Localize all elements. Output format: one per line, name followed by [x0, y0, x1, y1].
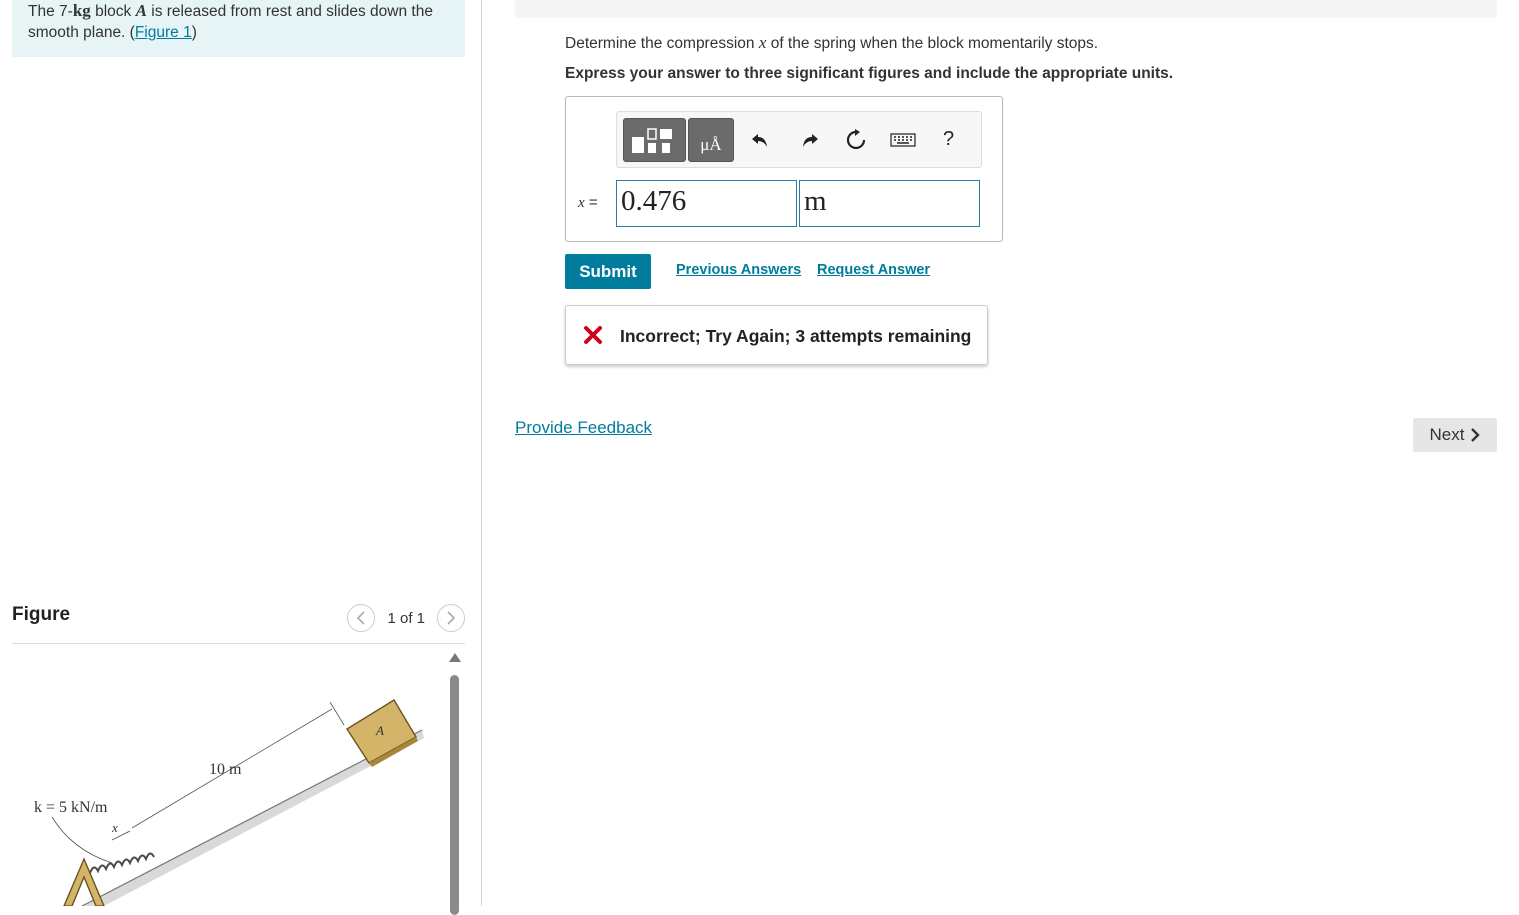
figure-title: Figure — [12, 604, 71, 625]
problem-text-1: The 7- — [28, 3, 73, 20]
question-text-1: Determine the compression — [565, 35, 759, 52]
answer-label-var: x — [578, 195, 585, 211]
panel-divider — [481, 0, 482, 906]
leader-line — [51, 816, 113, 864]
request-answer-link[interactable]: Request Answer — [817, 262, 930, 278]
figure-pager: 1 of 1 — [347, 604, 465, 632]
distance-label: 10 m — [209, 761, 242, 778]
keyboard-icon[interactable] — [890, 129, 916, 151]
value-input[interactable]: 0.476 — [616, 180, 797, 227]
feedback-message: Incorrect; Try Again; 3 attempts remaini… — [565, 305, 988, 365]
mass-unit: kg — [72, 1, 91, 20]
next-label: Next — [1429, 425, 1465, 444]
help-button[interactable]: ? — [943, 128, 954, 151]
figure-scrollbar[interactable] — [449, 653, 461, 915]
figure-link[interactable]: Figure 1 — [135, 24, 192, 41]
previous-answers-link[interactable]: Previous Answers — [676, 262, 801, 278]
chevron-left-icon[interactable] — [347, 604, 376, 632]
spring-coil — [89, 852, 155, 874]
figure-image: A 10 m k = 5 kN/m x — [12, 645, 442, 907]
problem-text-2: block — [90, 3, 136, 20]
scroll-thumb[interactable] — [450, 675, 459, 915]
block-label: A — [375, 723, 384, 738]
block-variable: A — [135, 1, 147, 20]
feedback-status: Incorrect; Try Again; 3 attempts remaini… — [620, 326, 972, 346]
problem-statement: The 7-kg block A is released from rest a… — [12, 0, 465, 57]
dimension-tick — [329, 701, 345, 726]
pager-text: 1 of 1 — [387, 609, 425, 627]
compression-label: x — [111, 820, 118, 835]
unit-input[interactable]: m — [799, 180, 980, 227]
redo-icon[interactable] — [799, 129, 821, 151]
chevron-right-icon[interactable] — [437, 604, 465, 632]
figure-header: Figure 1 of 1 — [12, 600, 465, 644]
problem-text-4: ) — [191, 24, 197, 41]
scroll-up-arrow-icon[interactable] — [449, 653, 461, 662]
spring-constant-label: k = 5 kN/m — [34, 799, 108, 816]
reset-icon[interactable] — [845, 129, 867, 151]
undo-icon[interactable] — [749, 129, 771, 151]
part-header-bar — [515, 0, 1497, 18]
question-text-2: of the spring when the block momentarily… — [766, 35, 1099, 52]
question-text: Determine the compression x of the sprin… — [565, 33, 1098, 53]
answer-instruction: Express your answer to three significant… — [565, 65, 1174, 82]
units-button[interactable]: μÅ — [688, 118, 734, 162]
answer-label-eq: = — [584, 194, 598, 211]
math-toolbar: μÅ ? — [616, 111, 982, 168]
answer-box: μÅ ? x = 0.476 m — [565, 96, 1003, 242]
provide-feedback-link[interactable]: Provide Feedback — [515, 418, 652, 438]
spring-support — [62, 857, 106, 907]
chevron-right-icon — [1471, 428, 1481, 442]
submit-button[interactable]: Submit — [565, 254, 651, 289]
incline-spring-diagram: A 10 m k = 5 kN/m x — [34, 699, 424, 907]
next-button[interactable]: Next — [1413, 418, 1497, 452]
answer-label: x = — [578, 194, 598, 212]
close-icon — [584, 326, 602, 344]
templates-icon[interactable] — [623, 118, 686, 162]
